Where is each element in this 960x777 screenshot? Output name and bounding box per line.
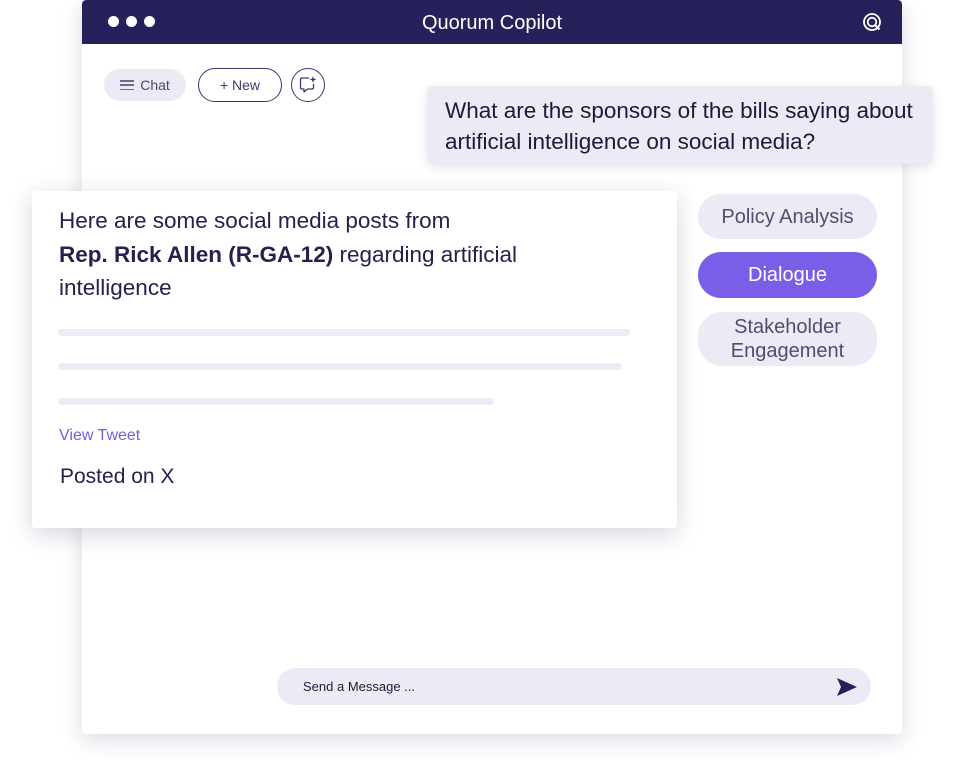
placeholder-line xyxy=(58,329,630,336)
chat-menu-button[interactable]: Chat xyxy=(104,69,186,101)
placeholder-line xyxy=(58,363,622,370)
chat-sparkle-icon xyxy=(299,76,317,93)
suggestion-chip-stakeholder-engagement[interactable]: Stakeholder Engagement xyxy=(698,312,877,366)
send-icon[interactable] xyxy=(835,675,859,699)
message-input[interactable] xyxy=(303,668,823,705)
view-tweet-link[interactable]: View Tweet xyxy=(59,427,140,445)
new-chat-button[interactable]: + New xyxy=(198,68,282,102)
post-source: Posted on X xyxy=(60,465,175,488)
new-label: + New xyxy=(219,77,261,93)
legislator-name: Rep. Rick Allen (R-GA-12) xyxy=(59,241,334,267)
chat-sparkle-button[interactable] xyxy=(291,68,325,102)
suggestion-chip-dialogue[interactable]: Dialogue xyxy=(698,252,877,298)
message-composer xyxy=(277,668,871,705)
menu-icon xyxy=(120,80,135,90)
quorum-logo-icon xyxy=(863,13,881,31)
response-intro: Here are some social media posts from xyxy=(59,208,451,233)
response-text: Here are some social media posts from Re… xyxy=(59,204,529,305)
placeholder-line xyxy=(58,398,494,405)
response-card: Here are some social media posts from Re… xyxy=(32,191,677,528)
window-title: Quorum Copilot xyxy=(421,12,563,34)
chat-label: Chat xyxy=(140,77,170,93)
user-message-bubble: What are the sponsors of the bills sayin… xyxy=(427,86,933,164)
title-bar: Quorum Copilot xyxy=(82,0,902,44)
suggestion-chip-policy-analysis[interactable]: Policy Analysis xyxy=(698,194,877,239)
